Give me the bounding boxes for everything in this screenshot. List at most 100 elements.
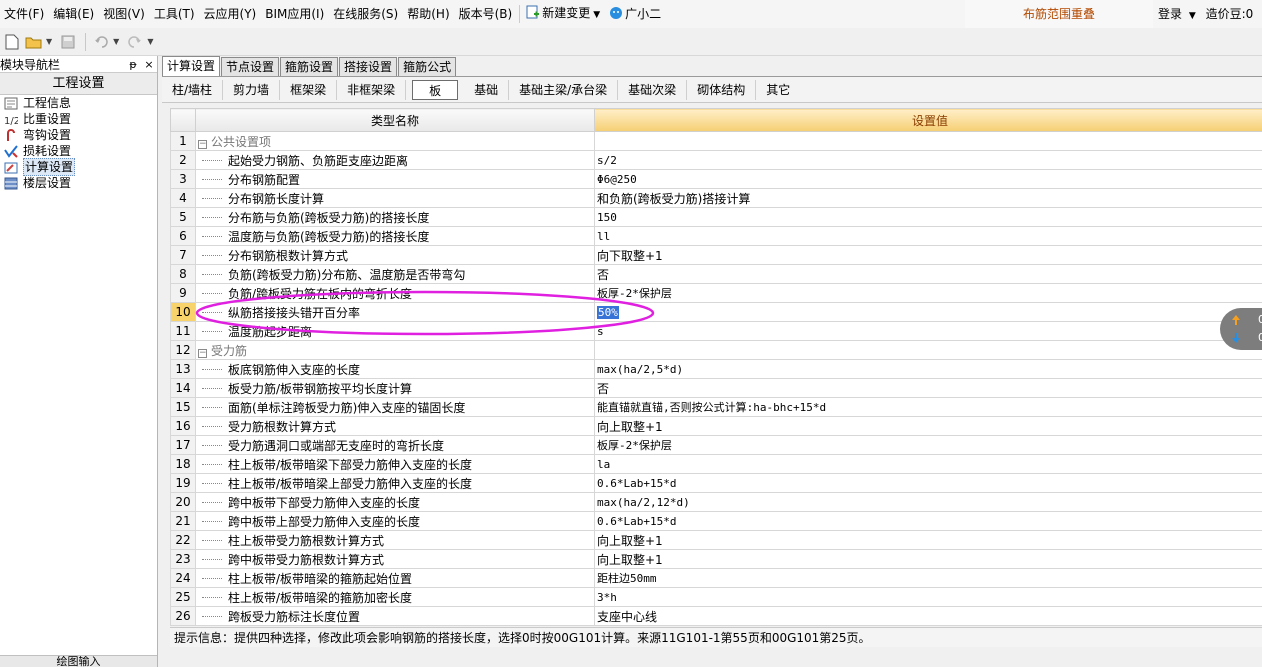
panel-header[interactable]: 工程设置 [0,73,157,95]
assistant-button[interactable]: 广小二 [605,0,666,28]
setting-value[interactable]: 板厚-2*保护层 [594,435,1262,455]
setting-value[interactable]: max(ha/2,12*d) [594,492,1262,512]
table-row[interactable]: 8 负筋(跨板受力筋)分布筋、温度筋是否带弯勾 否 [170,264,1262,284]
setting-value[interactable]: 支座中心线 [594,606,1262,626]
table-row[interactable]: 13 板底钢筋伸入支座的长度 max(ha/2,5*d) [170,359,1262,379]
subtab-foundation-main-beam[interactable]: 基础主梁/承台梁 [509,79,619,100]
new-file-icon[interactable] [2,32,22,52]
table-row[interactable]: 25 柱上板带/板带暗梁的箍筋加密长度 3*h [170,587,1262,607]
network-speed-widget[interactable]: 0 0 [1220,308,1262,350]
open-folder-icon[interactable] [24,32,44,52]
subtab-other[interactable]: 其它 [756,80,800,100]
tab-stirrup-formula[interactable]: 箍筋公式 [398,57,457,76]
setting-value[interactable]: 向上取整+1 [594,416,1262,436]
chevron-down-icon[interactable]: ▼ [113,37,119,46]
subtab-slab[interactable]: 板 [412,79,459,100]
menu-cloud[interactable]: 云应用(Y) [200,0,262,28]
redo-icon[interactable] [125,32,145,52]
table-row[interactable]: 15 面筋(单标注跨板受力筋)伸入支座的锚固长度 能直锚就直锚,否则按公式计算:ha… [170,397,1262,417]
menu-view[interactable]: 视图(V) [99,0,150,28]
notice-banner[interactable]: 布筋范围重叠 [965,0,1153,28]
chevron-down-icon[interactable]: ▼ [147,37,153,46]
table-row[interactable]: 24 柱上板带/板带暗梁的箍筋起始位置 距柱边50mm [170,568,1262,588]
setting-value[interactable]: s [594,321,1262,341]
setting-value[interactable]: la [594,454,1262,474]
setting-value[interactable]: 能直锚就直锚,否则按公式计算:ha-bhc+15*d [594,397,1262,417]
nav-item-project-info[interactable]: 工程信息 [0,95,157,111]
setting-value[interactable]: ll [594,226,1262,246]
setting-value[interactable]: 0.6*Lab+15*d [594,511,1262,531]
tab-lap[interactable]: 搭接设置 [339,57,398,76]
setting-value[interactable]: s/2 [594,150,1262,170]
setting-value[interactable]: max(ha/2,5*d) [594,359,1262,379]
setting-value[interactable]: 板厚-2*保护层 [594,283,1262,303]
table-row[interactable]: 16 受力筋根数计算方式 向上取整+1 [170,416,1262,436]
menu-file[interactable]: 文件(F) [0,0,49,28]
save-icon[interactable] [58,32,78,52]
table-row[interactable]: 19 柱上板带/板带暗梁上部受力筋伸入支座的长度 0.6*Lab+15*d [170,473,1262,493]
table-row[interactable]: 12− 受力筋 [170,340,1262,360]
table-row[interactable]: 11 温度筋起步距离 s [170,321,1262,341]
drawing-input-tab[interactable]: 绘图输入 [0,655,157,667]
menu-help[interactable]: 帮助(H) [403,0,454,28]
table-row[interactable]: 17 受力筋遇洞口或端部无支座时的弯折长度 板厚-2*保护层 [170,435,1262,455]
collapse-icon[interactable]: − [198,348,207,358]
table-row[interactable]: 21 跨中板带上部受力筋伸入支座的长度 0.6*Lab+15*d [170,511,1262,531]
subtab-non-frame-beam[interactable]: 非框架梁 [337,79,407,100]
setting-value[interactable]: 否 [594,264,1262,284]
setting-value[interactable]: 50% [594,302,1262,322]
table-row[interactable]: 5 分布筋与负筋(跨板受力筋)的搭接长度 150 [170,207,1262,227]
table-row[interactable]: 10 纵筋搭接接头错开百分率 50% [170,302,1262,322]
menu-bim[interactable]: BIM应用(I) [261,0,329,28]
tab-stirrup[interactable]: 箍筋设置 [280,57,339,76]
subtab-foundation[interactable]: 基础 [464,79,510,100]
setting-value[interactable]: 150 [594,207,1262,227]
menu-edit[interactable]: 编辑(E) [49,0,99,28]
setting-value[interactable]: 向下取整+1 [594,245,1262,265]
setting-value[interactable]: 0.6*Lab+15*d [594,473,1262,493]
table-row[interactable]: 7 分布钢筋根数计算方式 向下取整+1 [170,245,1262,265]
login-button[interactable]: 登录 [1158,7,1182,21]
chevron-down-icon[interactable]: ▼ [1189,11,1196,21]
setting-value[interactable]: 距柱边50mm [594,568,1262,588]
setting-value[interactable]: 否 [594,378,1262,398]
setting-value[interactable]: 向上取整+1 [594,530,1262,550]
close-icon[interactable]: × [141,58,157,71]
subtab-foundation-secondary-beam[interactable]: 基础次梁 [618,79,688,100]
subtab-frame-beam[interactable]: 框架梁 [280,79,338,100]
table-row[interactable]: 4 分布钢筋长度计算 和负筋(跨板受力筋)搭接计算 [170,188,1262,208]
table-row[interactable]: 18 柱上板带/板带暗梁下部受力筋伸入支座的长度 la [170,454,1262,474]
subtab-masonry[interactable]: 砌体结构 [687,79,757,100]
pin-icon[interactable]: ᵽ [125,58,141,71]
new-change-menu[interactable]: 新建变更 ▼ [522,0,605,29]
tab-calculation[interactable]: 计算设置 [162,56,221,76]
table-row[interactable]: 23 跨中板带受力筋根数计算方式 向上取整+1 [170,549,1262,569]
nav-item-floor[interactable]: 楼层设置 [0,175,157,191]
table-row[interactable]: 6 温度筋与负筋(跨板受力筋)的搭接长度 ll [170,226,1262,246]
table-row[interactable]: 26 跨板受力筋标注长度位置 支座中心线 [170,606,1262,626]
table-row[interactable]: 3 分布钢筋配置 Φ6@250 [170,169,1262,189]
subtab-column[interactable]: 柱/墙柱 [162,79,224,100]
subtab-shear-wall[interactable]: 剪力墙 [223,79,281,100]
table-row[interactable]: 22 柱上板带受力筋根数计算方式 向上取整+1 [170,530,1262,550]
setting-value[interactable]: 3*h [594,587,1262,607]
nav-item-loss[interactable]: 损耗设置 [0,143,157,159]
nav-item-hook[interactable]: 弯钩设置 [0,127,157,143]
setting-value[interactable]: Φ6@250 [594,169,1262,189]
tab-node[interactable]: 节点设置 [221,57,280,76]
chevron-down-icon[interactable]: ▼ [46,37,52,46]
table-row[interactable]: 9 负筋/跨板受力筋在板内的弯折长度 板厚-2*保护层 [170,283,1262,303]
table-row[interactable]: 2 起始受力钢筋、负筋距支座边距离 s/2 [170,150,1262,170]
table-row[interactable]: 20 跨中板带下部受力筋伸入支座的长度 max(ha/2,12*d) [170,492,1262,512]
table-row[interactable]: 14 板受力筋/板带钢筋按平均长度计算 否 [170,378,1262,398]
setting-value[interactable]: 和负筋(跨板受力筋)搭接计算 [594,188,1262,208]
collapse-icon[interactable]: − [198,139,207,149]
menu-version[interactable]: 版本号(B) [455,0,518,28]
nav-item-density[interactable]: 1/2 比重设置 [0,111,157,127]
setting-value[interactable]: 向上取整+1 [594,549,1262,569]
nav-item-calculation[interactable]: 计算设置 [0,158,157,176]
undo-icon[interactable] [91,32,111,52]
menu-online[interactable]: 在线服务(S) [329,0,403,28]
table-row[interactable]: 1− 公共设置项 [170,131,1262,151]
menu-tools[interactable]: 工具(T) [150,0,200,28]
